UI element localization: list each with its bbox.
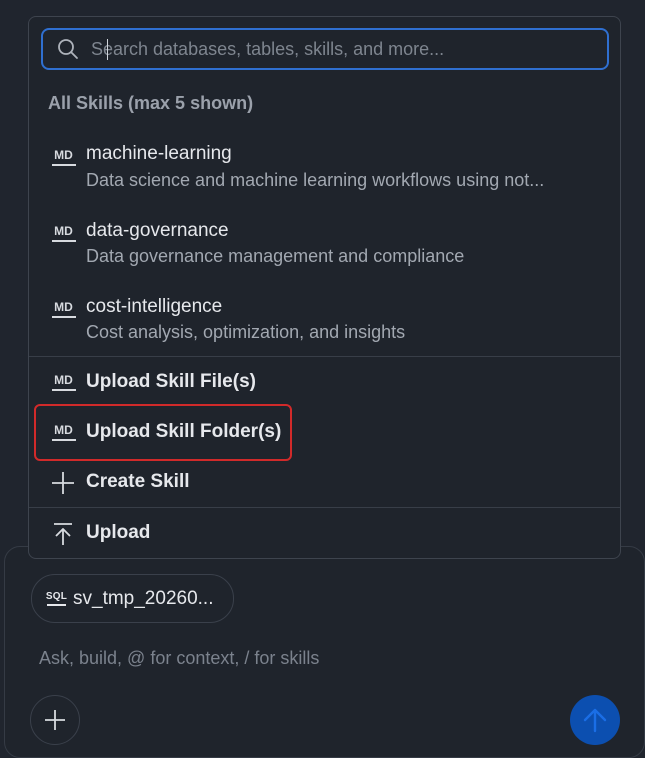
skill-description: Data governance management and complianc… (86, 246, 465, 266)
skill-description: Data science and machine learning workfl… (86, 170, 545, 190)
divider (29, 356, 620, 357)
send-button[interactable] (570, 695, 620, 745)
search-box[interactable] (41, 28, 609, 70)
attachment-chip[interactable]: SQL sv_tmp_20260... (31, 574, 235, 623)
text-cursor (107, 39, 108, 60)
skill-name: data-governance (86, 220, 229, 241)
skill-description: Cost analysis, optimization, and insight… (86, 322, 406, 342)
plus-icon (45, 710, 65, 730)
attachment-label: sv_tmp_20260... (73, 587, 214, 609)
markdown-file-icon: MD (51, 222, 76, 246)
upload-skill-file-button[interactable]: MD Upload Skill File(s) (29, 360, 620, 406)
search-icon (58, 39, 78, 59)
create-skill-button[interactable]: Create Skill (29, 460, 620, 506)
add-button[interactable] (30, 695, 80, 745)
skill-item-cost-intelligence[interactable]: MD cost-intelligence Cost analysis, opti… (29, 286, 620, 358)
section-header: All Skills (max 5 shown) (48, 93, 254, 113)
action-label: Create Skill (86, 471, 190, 492)
skills-popup: All Skills (max 5 shown) MD machine-lear… (28, 16, 621, 559)
action-label: Upload Skill File(s) (86, 371, 256, 392)
upload-button[interactable]: Upload (29, 511, 620, 557)
skill-item-machine-learning[interactable]: MD machine-learning Data science and mac… (29, 133, 620, 205)
action-label: Upload (86, 522, 151, 543)
markdown-file-icon: MD (51, 298, 76, 322)
highlight-box (34, 404, 292, 461)
markdown-file-icon: MD (51, 371, 76, 395)
markdown-file-icon: MD (51, 146, 76, 170)
skill-name: machine-learning (86, 143, 232, 164)
sql-file-icon: SQL (46, 589, 67, 608)
plus-icon (52, 472, 74, 494)
skill-name: cost-intelligence (86, 296, 223, 317)
chat-input[interactable]: Ask, build, @ for context, / for skills (39, 648, 319, 669)
upload-icon (54, 523, 72, 545)
chat-composer: SQL sv_tmp_20260... Ask, build, @ for co… (4, 546, 645, 758)
arrow-up-icon (583, 708, 607, 733)
search-input[interactable] (91, 38, 607, 60)
skill-item-data-governance[interactable]: MD data-governance Data governance manag… (29, 210, 620, 282)
divider (29, 507, 620, 508)
